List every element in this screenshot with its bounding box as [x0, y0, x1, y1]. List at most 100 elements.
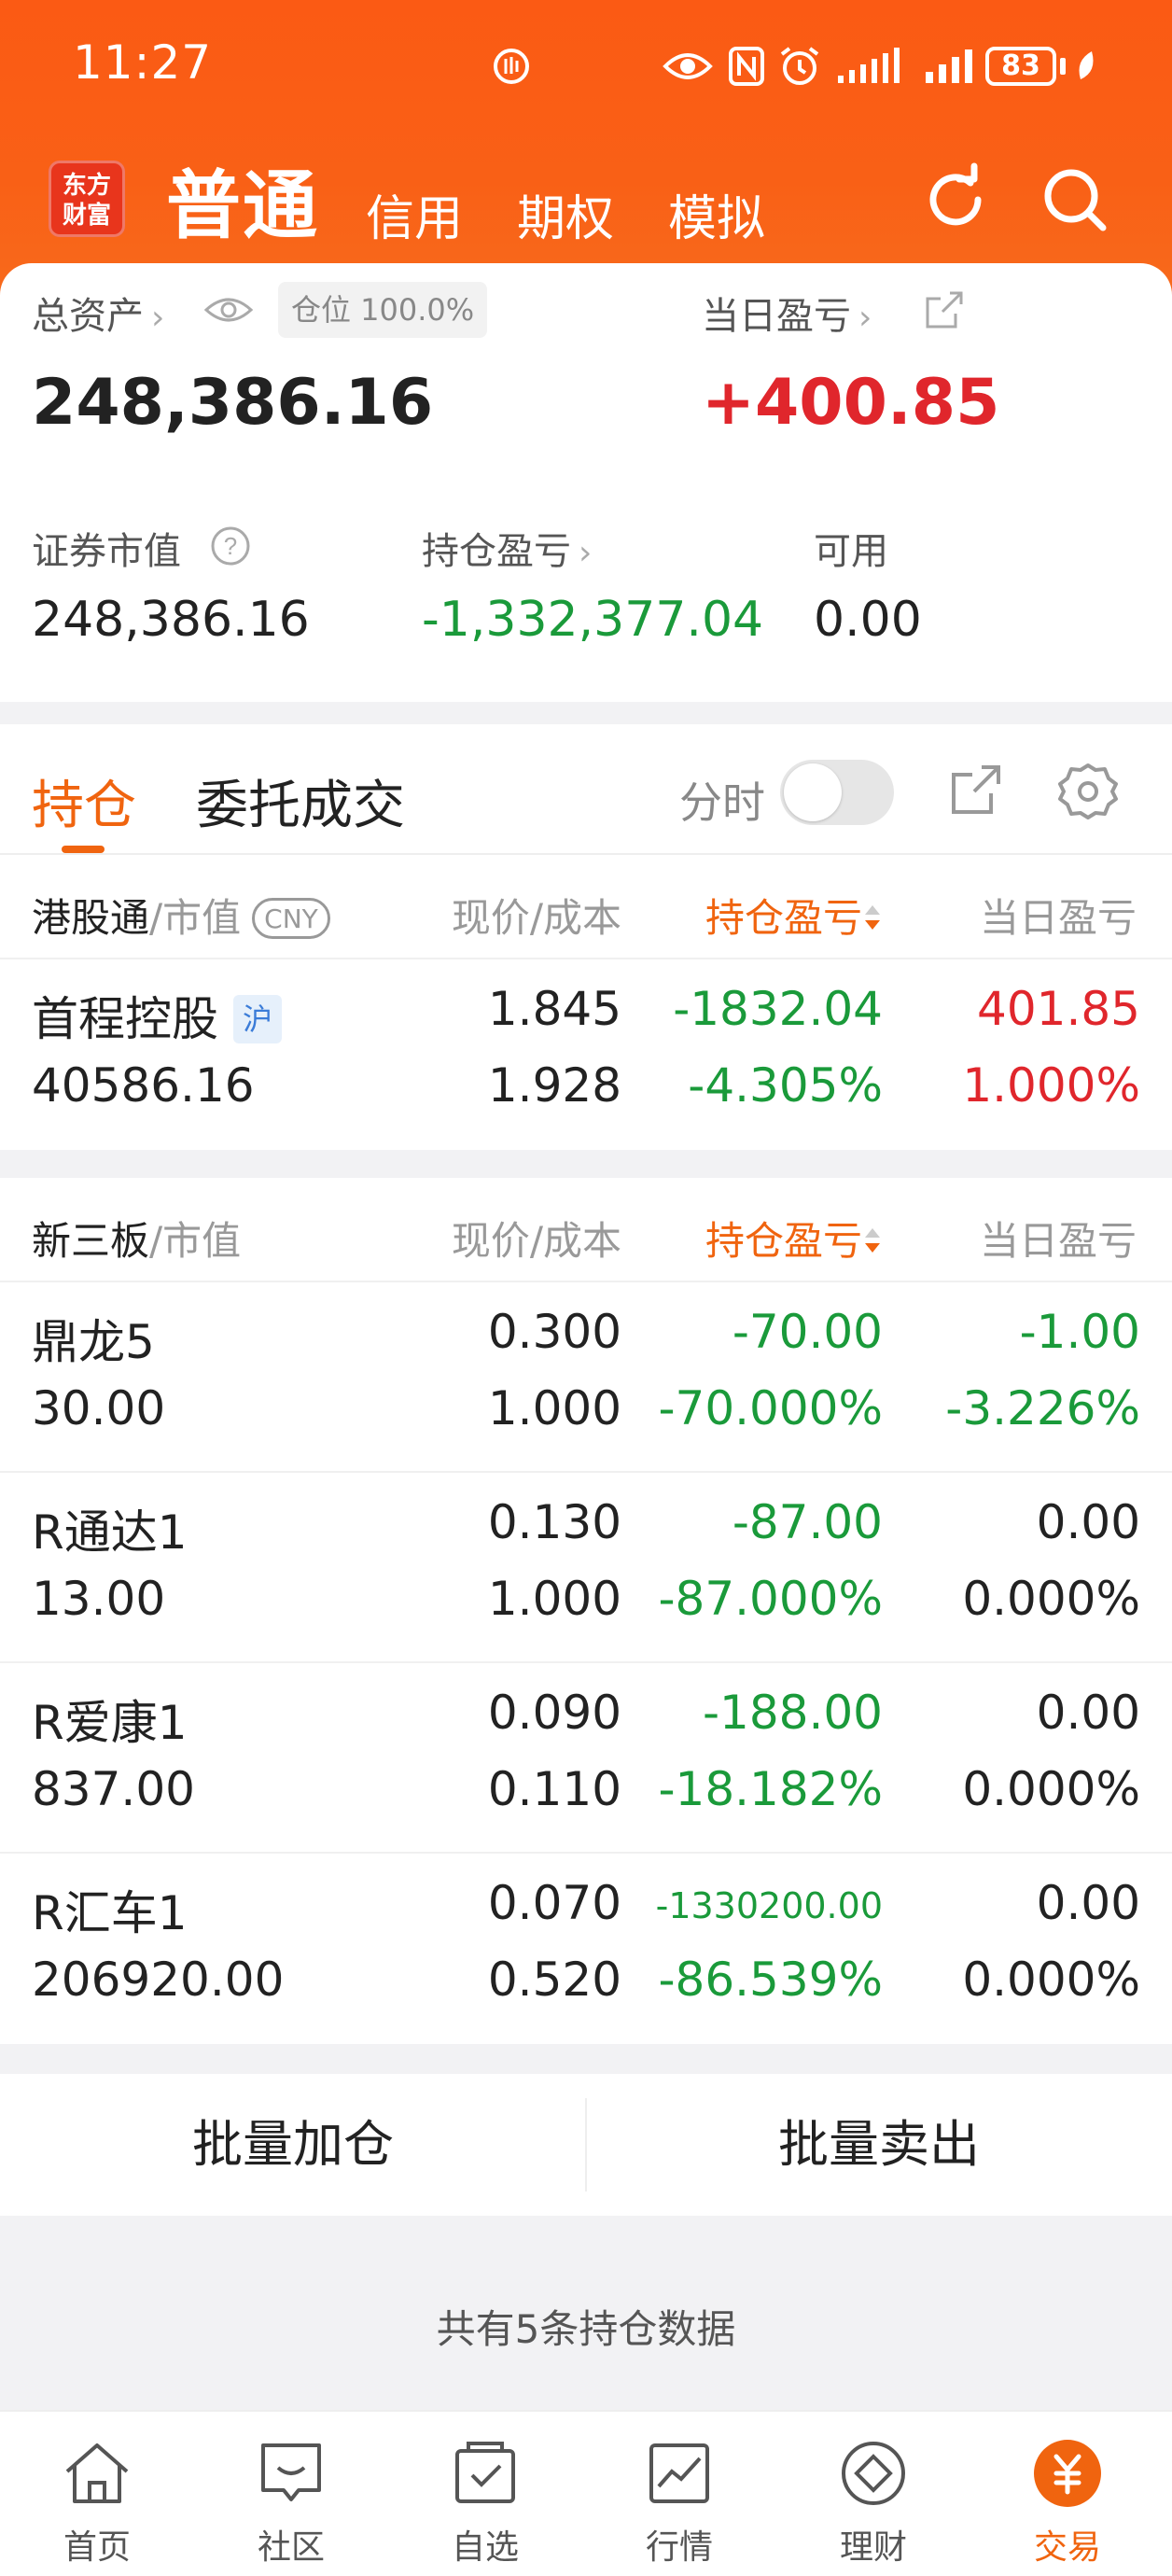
- tabbar-wealth[interactable]: 理财: [808, 2436, 939, 2569]
- help-icon[interactable]: ?: [209, 525, 252, 571]
- sort-icon: [865, 1228, 880, 1253]
- tabbar-trade[interactable]: 交易: [1002, 2436, 1133, 2569]
- wealth-diamond-icon: [836, 2436, 911, 2511]
- asset-summary-card: 总资产 › 仓位 100.0% 248,386.16 当日盈亏 › +400.85 …: [0, 263, 1172, 702]
- batch-sell-button[interactable]: 批量卖出: [586, 2074, 1172, 2216]
- tab-orders[interactable]: 委托成交: [196, 763, 405, 839]
- leaf-icon: [1073, 45, 1097, 88]
- stock-position-pl-pct: -87.000%: [658, 1572, 883, 1626]
- tabbar-community[interactable]: 社区: [226, 2436, 356, 2569]
- stock-position-pl: -188.00: [703, 1686, 883, 1740]
- trade-yuan-icon: [1030, 2436, 1105, 2511]
- holding-row[interactable]: 首程控股沪 40586.16 1.845 1.928 -1832.04 -4.3…: [0, 959, 1172, 1150]
- tab-simulation[interactable]: 模拟: [668, 179, 765, 249]
- position-pl-label-text: 持仓盈亏: [422, 530, 571, 573]
- daily-pl-label[interactable]: 当日盈亏 ›: [702, 286, 872, 340]
- total-assets-label[interactable]: 总资产 ›: [32, 286, 164, 340]
- stock-cost: 0.110: [487, 1762, 621, 1816]
- stock-name: R通达1: [32, 1505, 188, 1560]
- tabbar-watchlist[interactable]: 自选: [420, 2436, 551, 2569]
- tabbar-watchlist-label: 自选: [451, 2528, 519, 2567]
- market-value-label-text: 证券市值: [32, 530, 181, 573]
- col-price-cost: 现价/成本: [451, 895, 621, 941]
- stock-daily-pl-pct: 0.000%: [962, 1953, 1140, 2007]
- home-icon: [60, 2436, 134, 2511]
- neeq-title-suffix: /市值: [149, 1218, 242, 1264]
- battery-indicator: 83: [985, 47, 1056, 86]
- stock-name-text: 首程控股: [32, 992, 218, 1046]
- hk-title-suffix: /市值: [149, 895, 242, 941]
- stock-market-value: 206920.00: [32, 1953, 285, 2007]
- hk-title-text: 港股通: [32, 895, 150, 941]
- tab-options[interactable]: 期权: [517, 179, 614, 249]
- export-icon[interactable]: [948, 762, 1004, 821]
- stock-daily-pl: -1.00: [1019, 1305, 1140, 1359]
- signal-icon-2: [924, 45, 976, 88]
- holding-row[interactable]: 鼎龙5 30.00 0.300 1.000 -70.00 -70.000% -1…: [0, 1282, 1172, 1473]
- market-tag: 沪: [233, 995, 283, 1043]
- position-pl-label[interactable]: 持仓盈亏 ›: [422, 521, 592, 575]
- tab-credit[interactable]: 信用: [366, 179, 463, 249]
- holding-row[interactable]: R汇车1 206920.00 0.070 0.520 -1330200.00 -…: [0, 1854, 1172, 2044]
- currency-badge[interactable]: CNY: [252, 898, 330, 939]
- neeq-title-text: 新三板: [32, 1218, 150, 1264]
- total-assets-label-text: 总资产: [32, 295, 144, 338]
- holding-row[interactable]: R通达1 13.00 0.130 1.000 -87.00 -87.000% 0…: [0, 1473, 1172, 1663]
- holding-row[interactable]: R爱康1 837.00 0.090 0.110 -188.00 -18.182%…: [0, 1663, 1172, 1854]
- stock-position-pl-pct: -70.000%: [658, 1381, 883, 1435]
- nfc-icon: [728, 45, 765, 88]
- eye-visibility-icon[interactable]: [203, 291, 254, 332]
- col-daily-pl: 当日盈亏: [980, 895, 1137, 941]
- search-icon[interactable]: [1038, 162, 1112, 237]
- chevron-right-icon: ›: [579, 534, 593, 572]
- position-ratio-pill: 仓位 100.0%: [278, 282, 488, 338]
- col-daily-pl: 当日盈亏: [980, 1218, 1137, 1264]
- tab-active-indicator: [62, 846, 105, 853]
- timeshare-label: 分时: [679, 777, 765, 828]
- tabbar-market[interactable]: 行情: [614, 2436, 745, 2569]
- account-type-nav: 东方财富 普通 信用 期权 模拟: [0, 140, 1172, 252]
- stock-cost: 1.000: [487, 1572, 621, 1626]
- app-notification-icon: [491, 45, 532, 88]
- stock-daily-pl: 0.00: [1036, 1686, 1140, 1740]
- tabbar-community-label: 社区: [257, 2528, 325, 2567]
- stock-price: 0.070: [487, 1876, 621, 1930]
- stock-position-pl: -70.00: [732, 1305, 883, 1359]
- total-assets-value: 248,386.16: [32, 366, 434, 440]
- settings-gear-icon[interactable]: [1058, 762, 1118, 825]
- stock-daily-pl-pct: 0.000%: [962, 1572, 1140, 1626]
- stock-position-pl: -1832.04: [673, 982, 883, 1036]
- stock-market-value: 30.00: [32, 1381, 166, 1435]
- tabbar-trade-label: 交易: [1033, 2528, 1101, 2567]
- tab-holdings[interactable]: 持仓: [32, 763, 136, 839]
- share-icon[interactable]: [924, 289, 965, 334]
- stock-cost: 0.520: [487, 1953, 621, 2007]
- stock-market-value: 40586.16: [32, 1058, 255, 1113]
- tab-normal[interactable]: 普通: [166, 146, 319, 254]
- stock-daily-pl: 0.00: [1036, 1876, 1140, 1930]
- batch-add-button[interactable]: 批量加仓: [0, 2074, 586, 2216]
- refresh-icon[interactable]: [918, 162, 993, 237]
- stock-position-pl: -87.00: [732, 1495, 883, 1549]
- col-position-pl[interactable]: 持仓盈亏: [705, 887, 883, 944]
- stock-daily-pl-pct: 0.000%: [962, 1762, 1140, 1816]
- chevron-right-icon: ›: [858, 299, 872, 337]
- stock-price: 0.130: [487, 1495, 621, 1549]
- toggle-knob: [784, 763, 842, 821]
- chevron-right-icon: ›: [151, 299, 165, 337]
- timeshare-toggle[interactable]: [780, 760, 894, 825]
- watchlist-icon: [448, 2436, 523, 2511]
- tabbar-market-label: 行情: [645, 2528, 713, 2567]
- position-pl-value: -1,332,377.04: [422, 592, 764, 648]
- status-bar: 11:27 83: [0, 0, 1172, 131]
- alarm-icon: [778, 45, 821, 88]
- col-position-pl[interactable]: 持仓盈亏: [705, 1210, 883, 1267]
- chat-icon: [254, 2436, 328, 2511]
- stock-cost: 1.000: [487, 1381, 621, 1435]
- col-price-cost: 现价/成本: [451, 1218, 621, 1264]
- stock-price: 0.300: [487, 1305, 621, 1359]
- available-label: 可用: [814, 530, 888, 573]
- daily-pl-value: +400.85: [702, 366, 1000, 440]
- stock-price: 1.845: [487, 982, 621, 1036]
- tabbar-home[interactable]: 首页: [32, 2436, 162, 2569]
